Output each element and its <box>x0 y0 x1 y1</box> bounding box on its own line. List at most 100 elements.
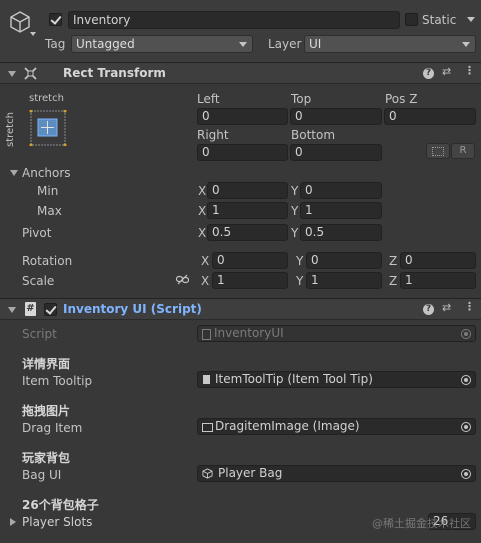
scale-z-field[interactable]: 1 <box>400 272 476 289</box>
bag-ui-label: Bag UI <box>22 468 62 482</box>
posz-field[interactable]: 0 <box>384 108 476 125</box>
gameobject-name-field[interactable]: Inventory <box>68 11 400 29</box>
presets-icon[interactable]: ⇄ <box>442 65 451 78</box>
bag-ui-field[interactable]: Player Bag <box>197 465 476 482</box>
script-value: InventoryUI <box>214 326 284 340</box>
left-field[interactable]: 0 <box>197 108 288 125</box>
rotation-z-axis-label: Z <box>389 254 398 268</box>
script-asset-icon <box>203 375 210 384</box>
static-checkbox[interactable] <box>405 13 418 26</box>
layer-dropdown[interactable]: UI <box>304 35 476 53</box>
layer-label: Layer <box>268 37 302 51</box>
anchor-preset-v-label: stretch <box>5 112 16 147</box>
static-label: Static <box>422 13 457 27</box>
raw-edit-button[interactable]: R <box>451 143 475 159</box>
max-x-field[interactable]: 1 <box>207 202 288 219</box>
blueprint-icon <box>432 147 444 156</box>
script-component-header[interactable]: # Inventory UI (Script) ? ⇄ ⋮ <box>0 298 481 320</box>
watermark: @稀土掘金技术社区 <box>372 517 471 530</box>
min-x-axis-label: X <box>198 184 207 198</box>
max-y-axis-label: Y <box>291 204 299 218</box>
anchor-preset-h-label: stretch <box>29 93 64 104</box>
max-y-field[interactable]: 1 <box>300 202 382 219</box>
scale-z-axis-label: Z <box>389 274 398 288</box>
tag-dropdown[interactable]: Untagged <box>71 35 253 53</box>
object-picker-icon[interactable] <box>461 375 471 385</box>
object-picker-icon[interactable] <box>461 469 471 479</box>
drag-item-label: Drag Item <box>22 421 83 435</box>
script-asset-icon <box>202 329 211 340</box>
rotation-y-field[interactable]: 0 <box>306 252 382 269</box>
tag-value: Untagged <box>76 37 135 51</box>
help-icon[interactable]: ? <box>423 304 434 315</box>
presets-icon[interactable]: ⇄ <box>442 301 451 314</box>
rotation-z-field[interactable]: 0 <box>400 252 476 269</box>
player-slots-label[interactable]: Player Slots <box>22 515 92 529</box>
static-dropdown-icon[interactable] <box>467 17 475 22</box>
drag-item-value: DragitemImage (Image) <box>215 419 360 433</box>
icon-dropdown-arrow-icon[interactable] <box>30 32 36 36</box>
anchors-foldout-icon[interactable] <box>10 170 18 176</box>
pivot-y-field[interactable]: 0.5 <box>300 224 382 241</box>
script-component-title: Inventory UI (Script) <box>63 302 202 316</box>
context-menu-icon[interactable]: ⋮ <box>464 300 475 313</box>
chevron-down-icon <box>462 42 470 47</box>
bottom-label: Bottom <box>291 128 336 142</box>
bottom-field[interactable]: 0 <box>290 144 382 161</box>
layer-value: UI <box>309 37 322 51</box>
gameobject-cube-icon <box>202 468 213 481</box>
min-y-field[interactable]: 0 <box>300 182 382 199</box>
player-slots-foldout-icon[interactable] <box>10 518 16 526</box>
min-label: Min <box>37 184 59 198</box>
object-picker-icon <box>461 329 471 339</box>
blueprint-mode-button[interactable] <box>426 143 450 159</box>
help-icon[interactable]: ? <box>423 68 434 79</box>
image-icon <box>202 423 213 432</box>
script-enabled-checkbox[interactable] <box>44 303 57 316</box>
section-header-tooltip: 详情界面 <box>22 357 71 371</box>
context-menu-icon[interactable]: ⋮ <box>464 64 475 77</box>
section-header-drag: 拖拽图片 <box>22 404 71 418</box>
section-header-bag: 玩家背包 <box>22 451 71 465</box>
item-tooltip-label: Item Tooltip <box>22 374 93 388</box>
right-field[interactable]: 0 <box>197 144 288 161</box>
item-tooltip-value: ItemToolTip (Item Tool Tip) <box>215 372 373 386</box>
foldout-arrow-icon[interactable] <box>8 71 16 77</box>
item-tooltip-field[interactable]: ItemToolTip (Item Tool Tip) <box>197 371 476 388</box>
scale-x-field[interactable]: 1 <box>212 272 288 289</box>
rotation-x-field[interactable]: 0 <box>212 252 288 269</box>
pivot-x-axis-label: X <box>198 226 207 240</box>
rect-transform-header[interactable]: Rect Transform ? ⇄ ⋮ <box>0 62 481 84</box>
scale-x-axis-label: X <box>201 274 210 288</box>
max-label: Max <box>37 204 62 218</box>
max-x-axis-label: X <box>198 204 207 218</box>
section-header-slots: 26个背包格子 <box>22 498 99 512</box>
foldout-arrow-icon[interactable] <box>8 307 16 313</box>
rect-transform-title: Rect Transform <box>63 66 166 80</box>
chevron-down-icon <box>239 42 247 47</box>
active-checkbox[interactable] <box>49 13 62 26</box>
anchors-label[interactable]: Anchors <box>22 166 71 180</box>
rect-transform-icon <box>24 67 37 80</box>
rotation-x-axis-label: X <box>201 254 210 268</box>
pivot-y-axis-label: Y <box>291 226 299 240</box>
left-label: Left <box>197 92 220 106</box>
gameobject-header: Inventory Static Tag Untagged Layer UI <box>0 0 481 63</box>
scale-y-field[interactable]: 1 <box>306 272 382 289</box>
script-file-icon: # <box>25 302 36 316</box>
cube-icon[interactable] <box>8 10 32 34</box>
link-scale-icon[interactable] <box>175 274 190 285</box>
script-label: Script <box>22 327 57 341</box>
object-picker-icon[interactable] <box>461 422 471 432</box>
top-field[interactable]: 0 <box>290 108 382 125</box>
min-x-field[interactable]: 0 <box>207 182 288 199</box>
posz-label: Pos Z <box>385 92 418 106</box>
rotation-y-axis-label: Y <box>296 254 304 268</box>
bag-ui-value: Player Bag <box>218 466 283 480</box>
pivot-label: Pivot <box>22 226 52 240</box>
top-label: Top <box>291 92 312 106</box>
drag-item-field[interactable]: DragitemImage (Image) <box>197 418 476 435</box>
pivot-x-field[interactable]: 0.5 <box>207 224 288 241</box>
scale-label: Scale <box>22 274 55 288</box>
anchor-preset-button[interactable] <box>28 109 68 147</box>
